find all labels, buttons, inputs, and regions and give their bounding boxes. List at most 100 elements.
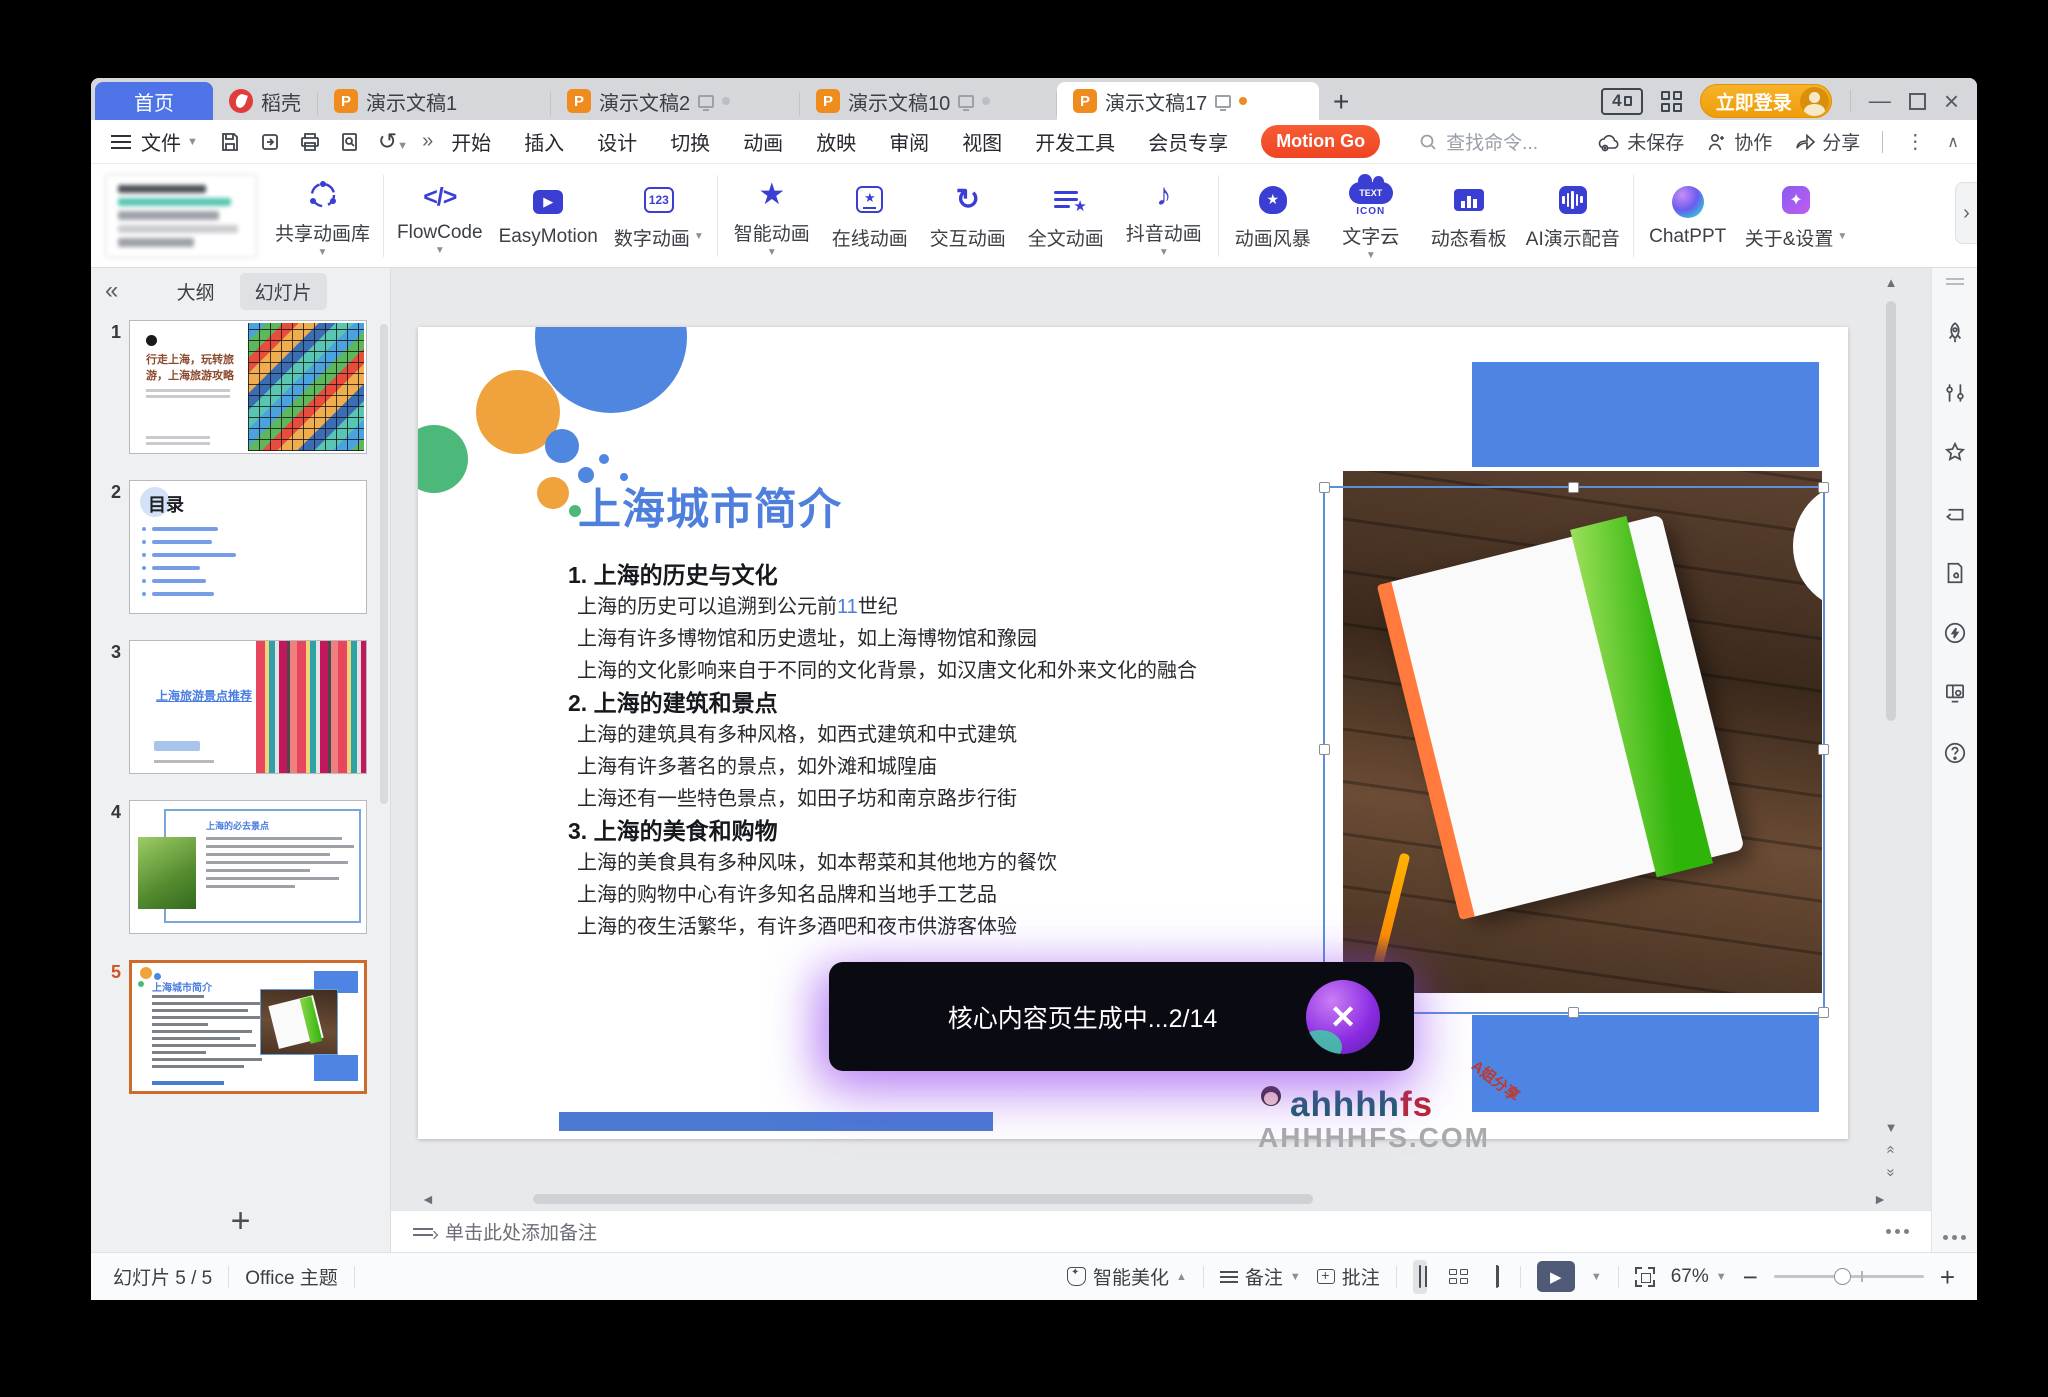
normal-view-button[interactable] bbox=[1412, 1259, 1427, 1294]
ribbon-douyin-animation[interactable]: ♪ 抖音动画 ▼ bbox=[1115, 168, 1213, 264]
slide-5-thumbnail-selected[interactable]: 上海城市简介 bbox=[129, 960, 367, 1094]
cancel-generation-button[interactable]: ✕ bbox=[1306, 979, 1380, 1054]
slideshow-play-button[interactable]: ▶ bbox=[1536, 1261, 1575, 1292]
resize-handle-w[interactable] bbox=[1319, 744, 1330, 755]
tab-document-17-active[interactable]: P 演示文稿17 bbox=[1057, 82, 1319, 120]
flash-assistant-icon[interactable] bbox=[1942, 620, 1968, 646]
slide-thumbnail-row-2[interactable]: 2 目录 bbox=[91, 480, 390, 614]
resize-handle-se[interactable] bbox=[1818, 1007, 1829, 1018]
reading-view-button[interactable] bbox=[1490, 1260, 1504, 1294]
rail-drag-handle[interactable] bbox=[1945, 278, 1964, 280]
ribbon-easymotion[interactable]: ▶ EasyMotion bbox=[491, 168, 606, 264]
slide-4-thumbnail[interactable]: 上海的必去景点 bbox=[129, 800, 367, 934]
loop-playback-icon[interactable] bbox=[1942, 500, 1968, 526]
resize-handle-ne[interactable] bbox=[1818, 482, 1829, 493]
collapse-ribbon-icon[interactable]: ∧ bbox=[1947, 132, 1959, 152]
rail-more-icon[interactable] bbox=[1943, 1235, 1966, 1240]
tab-home[interactable]: 首页 bbox=[95, 82, 213, 120]
ribbon-smart-animation[interactable]: ★ 智能动画 ▼ bbox=[723, 168, 821, 264]
menu-start[interactable]: 开始 bbox=[451, 127, 491, 156]
zoom-level-dropdown[interactable]: 67% ▼ bbox=[1671, 1266, 1727, 1288]
ribbon-word-cloud[interactable]: TEXT ICON 文字云 ▼ bbox=[1322, 168, 1420, 264]
slide-2-thumbnail[interactable]: 目录 bbox=[129, 480, 367, 614]
zoom-slider[interactable] bbox=[1773, 1268, 1924, 1285]
ribbon-share-animation-library[interactable]: 共享动画库 ▼ bbox=[267, 168, 378, 264]
tab-outline[interactable]: 大纲 bbox=[162, 273, 230, 310]
chevron-down-icon[interactable]: ▼ bbox=[1591, 1271, 1602, 1283]
ribbon-flowcode[interactable]: </> FlowCode ▼ bbox=[389, 168, 491, 264]
ribbon-about-settings[interactable]: ✦ 关于&设置 ▼ bbox=[1737, 168, 1856, 264]
help-icon[interactable] bbox=[1942, 740, 1968, 766]
smart-beautify-button[interactable]: 智能美化 ▲ bbox=[1066, 1263, 1187, 1290]
notes-more-icon[interactable] bbox=[1886, 1229, 1909, 1234]
slide-thumbnail-row-5[interactable]: 5 上海城市简介 bbox=[91, 960, 390, 1094]
zoom-slider-knob[interactable] bbox=[1833, 1268, 1851, 1285]
tab-document-2[interactable]: P 演示文稿2 bbox=[551, 82, 799, 120]
ribbon-interactive-animation[interactable]: ↻ 交互动画 bbox=[919, 168, 1017, 264]
horizontal-scrollbar[interactable]: ◄ ► bbox=[421, 1190, 1887, 1208]
blue-rectangle-bottom[interactable] bbox=[1472, 1015, 1819, 1112]
undo-button[interactable]: ↺▼ bbox=[378, 128, 408, 155]
document-effects-icon[interactable] bbox=[1942, 560, 1968, 586]
scroll-right-icon[interactable]: ► bbox=[1873, 1191, 1887, 1207]
resize-handle-n[interactable] bbox=[1568, 482, 1579, 493]
ribbon-online-animation[interactable]: ★ 在线动画 bbox=[821, 168, 919, 264]
more-options-icon[interactable]: ⋮ bbox=[1905, 129, 1925, 154]
comments-button[interactable]: 批注 bbox=[1316, 1263, 1380, 1290]
share-button[interactable]: 分享 bbox=[1794, 128, 1860, 155]
quick-beautify-rocket-icon[interactable] bbox=[1942, 320, 1968, 346]
ribbon-digital-animation[interactable]: 123 数字动画 ▼ bbox=[606, 168, 712, 264]
export-button[interactable] bbox=[258, 130, 282, 154]
ribbon-animation-storm[interactable]: ★ 动画风暴 bbox=[1224, 168, 1322, 264]
fit-to-window-icon[interactable] bbox=[1634, 1266, 1655, 1287]
scroll-up-icon[interactable]: ▲ bbox=[1885, 272, 1898, 293]
menu-review[interactable]: 审阅 bbox=[889, 127, 929, 156]
panel-scrollbar-thumb[interactable] bbox=[380, 324, 388, 804]
blue-bar-bottom[interactable] bbox=[559, 1112, 993, 1131]
ribbon-fulltext-animation[interactable]: ★ 全文动画 bbox=[1017, 168, 1115, 264]
ribbon-chatppt[interactable]: ChatPPT bbox=[1639, 168, 1737, 264]
close-button[interactable]: × bbox=[1944, 88, 1959, 114]
ribbon-ai-voiceover[interactable]: AI演示配音 bbox=[1518, 168, 1628, 264]
save-button[interactable] bbox=[218, 130, 242, 154]
file-menu[interactable]: 文件 ▼ bbox=[141, 127, 198, 156]
slide-thumbnail-row-3[interactable]: 3 上海旅游景点推荐 bbox=[91, 640, 390, 774]
multi-window-icon[interactable]: 4 bbox=[1600, 87, 1643, 115]
menu-devtools[interactable]: 开发工具 bbox=[1035, 127, 1115, 156]
next-slide-button[interactable]: » bbox=[1883, 1161, 1900, 1184]
ribbon-dynamic-board[interactable]: 动态看板 bbox=[1420, 168, 1518, 264]
print-button[interactable] bbox=[298, 130, 322, 154]
slide-3-thumbnail[interactable]: 上海旅游景点推荐 bbox=[129, 640, 367, 774]
star-effects-icon[interactable] bbox=[1942, 440, 1968, 466]
motion-go-tab[interactable]: Motion Go bbox=[1261, 125, 1381, 158]
scroll-down-icon[interactable]: ▼ bbox=[1885, 1117, 1898, 1138]
slide-sorter-view-button[interactable] bbox=[1443, 1263, 1474, 1290]
login-button[interactable]: 立即登录 bbox=[1699, 84, 1832, 118]
minimize-button[interactable]: — bbox=[1869, 90, 1891, 112]
vertical-scrollbar[interactable]: ▲ ▼ « » bbox=[1881, 272, 1901, 1184]
selection-frame[interactable] bbox=[1319, 482, 1829, 1018]
adjust-sliders-icon[interactable] bbox=[1942, 380, 1968, 406]
slide-thumbnail-row-1[interactable]: 1 行走上海，玩转旅游，上海旅游攻略 bbox=[91, 320, 390, 454]
menu-transition[interactable]: 切换 bbox=[670, 127, 710, 156]
zoom-in-button[interactable]: + bbox=[1940, 1264, 1955, 1290]
new-tab-button[interactable]: + bbox=[1319, 86, 1363, 118]
menu-membership[interactable]: 会员专享 bbox=[1148, 127, 1228, 156]
menu-insert[interactable]: 插入 bbox=[524, 127, 564, 156]
resize-handle-s[interactable] bbox=[1568, 1007, 1579, 1018]
tab-docer[interactable]: 稻壳 bbox=[213, 82, 317, 120]
zoom-out-button[interactable]: − bbox=[1743, 1264, 1758, 1290]
maximize-button[interactable] bbox=[1908, 92, 1926, 110]
resize-handle-nw[interactable] bbox=[1319, 482, 1330, 493]
tab-document-1[interactable]: P 演示文稿1 bbox=[318, 82, 550, 120]
tab-document-10[interactable]: P 演示文稿10 bbox=[800, 82, 1056, 120]
notes-bar[interactable]: 单击此处添加备注 bbox=[391, 1210, 1931, 1252]
preview-button[interactable] bbox=[338, 130, 362, 154]
vertical-scrollbar-thumb[interactable] bbox=[1886, 301, 1896, 721]
more-quick-access-icon[interactable]: » bbox=[422, 130, 433, 153]
slide-1-thumbnail[interactable]: 行走上海，玩转旅游，上海旅游攻略 bbox=[129, 320, 367, 454]
add-slide-button[interactable]: + bbox=[231, 1202, 251, 1241]
collaborate-button[interactable]: 协作 bbox=[1706, 128, 1772, 155]
blue-rectangle-top[interactable] bbox=[1472, 362, 1819, 467]
kanban-board-icon[interactable] bbox=[1942, 680, 1968, 706]
